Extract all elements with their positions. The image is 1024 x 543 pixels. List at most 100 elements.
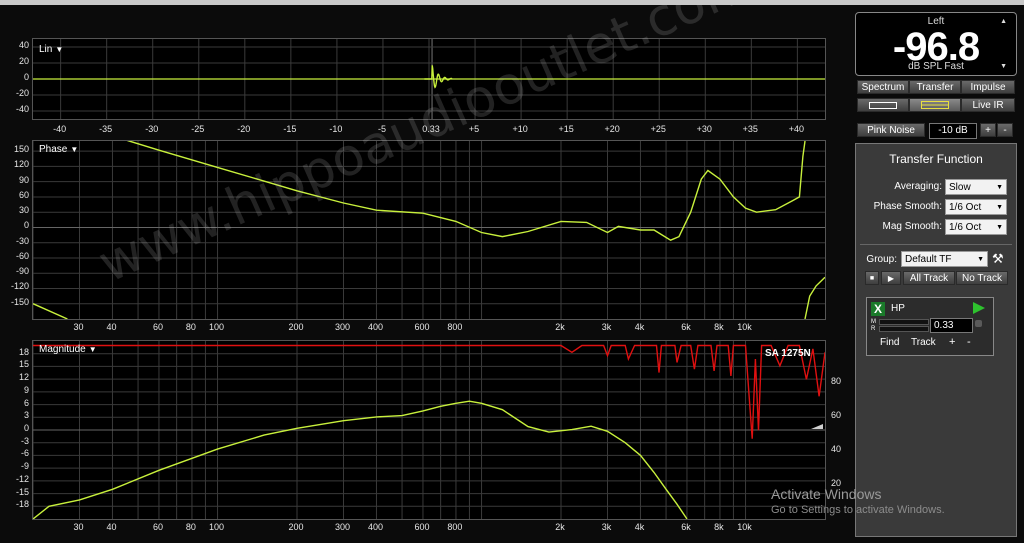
y-tick-label: 90 <box>18 174 29 185</box>
x-tick-label: +20 <box>604 124 620 134</box>
y-tick-label: -60 <box>15 250 29 261</box>
mag-smooth-select[interactable]: 1/6 Oct ▼ <box>945 219 1007 235</box>
all-track-button[interactable]: All Track <box>903 271 955 285</box>
no-track-button[interactable]: No Track <box>956 271 1008 285</box>
live-ir-button[interactable]: Live IR <box>961 98 1015 112</box>
averaging-label: Averaging: <box>894 181 942 192</box>
track-minus-button[interactable]: - <box>967 336 971 348</box>
tools-icon[interactable]: ⚒ <box>992 251 1004 267</box>
impulse-plot-title[interactable]: Lin ▼ <box>39 44 63 55</box>
x-tick-label: 8k <box>714 522 724 532</box>
pink-noise-minus-button[interactable]: - <box>997 123 1013 137</box>
x-tick-label: 400 <box>367 522 383 532</box>
spectrum-button[interactable]: Spectrum <box>857 80 909 94</box>
x-tick-label: +25 <box>650 124 666 134</box>
magnitude-plot-title[interactable]: Magnitude ▼ <box>39 344 97 355</box>
x-tick-label: -25 <box>191 124 205 134</box>
y-tick-label: 6 <box>23 397 29 408</box>
x-tick-label: 3k <box>601 522 612 532</box>
x-tick-label: 6k <box>681 522 691 532</box>
x-tick-label: -20 <box>237 124 251 134</box>
pink-noise-level[interactable]: -10 dB <box>929 123 977 139</box>
track-button[interactable]: Track <box>911 337 936 348</box>
x-tick-label: 10k <box>737 522 752 532</box>
track-name[interactable]: HP <box>891 303 905 314</box>
x-tick-label: 300 <box>334 522 350 532</box>
play-icon[interactable] <box>973 302 985 314</box>
y-tick-label: 0 <box>23 423 29 433</box>
x-tick-label: 600 <box>414 322 430 332</box>
x-tick-label: 80 <box>185 522 196 532</box>
dropdown-arrow-icon: ▼ <box>55 45 64 54</box>
x-tick-label: 800 <box>447 522 463 532</box>
impulse-title-text: Lin <box>39 44 53 55</box>
meter-up-icon[interactable]: ▲ <box>1000 18 1007 25</box>
transfer-button[interactable]: Transfer <box>909 80 961 94</box>
x-tick-label: 40 <box>106 522 117 532</box>
x-tick-label: 600 <box>414 522 430 532</box>
x-tick-label: 200 <box>288 522 304 532</box>
x-tick-label: 8k <box>714 322 724 332</box>
x-tick-label: -15 <box>283 124 297 134</box>
y-tick-label: -3 <box>20 435 29 446</box>
pink-noise-button[interactable]: Pink Noise <box>857 123 925 137</box>
delay-field[interactable]: 0.33 <box>930 318 973 333</box>
magnitude-plot[interactable]: Magnitude ▼ SA 1275N <box>32 340 826 520</box>
averaging-value: Slow <box>949 182 971 193</box>
y-tick-label: 40 <box>18 40 29 50</box>
chevron-down-icon: ▼ <box>996 224 1003 231</box>
coherence-tick-label: 80 <box>831 376 842 387</box>
y-tick-label: -40 <box>15 104 29 114</box>
x-tick-label: +30 <box>696 124 712 134</box>
y-tick-label: 20 <box>18 56 29 66</box>
x-tick-label: -40 <box>53 124 67 134</box>
x-tick-label: 100 <box>209 322 225 332</box>
y-tick-label: 60 <box>18 189 29 200</box>
x-tick-label: 200 <box>288 322 304 332</box>
x-tick-label: 800 <box>447 322 463 332</box>
y-tick-label: 150 <box>13 144 29 155</box>
x-tick-label: 400 <box>367 322 383 332</box>
coherence-tick-label: 60 <box>831 410 842 421</box>
x-tick-label: 30 <box>73 322 84 332</box>
stop-icon[interactable]: ■ <box>865 271 879 285</box>
x-tick-label: 60 <box>152 322 163 332</box>
layout-double-button[interactable] <box>909 98 961 112</box>
y-tick-label: -20 <box>15 88 29 98</box>
x-tick-label: 100 <box>209 522 225 532</box>
y-tick-label: 0 <box>23 72 29 82</box>
meter-down-icon[interactable]: ▼ <box>1000 63 1007 70</box>
panel-title: Transfer Function <box>889 152 983 166</box>
x-tick-label: 40 <box>106 322 117 332</box>
phase-smooth-select[interactable]: 1/6 Oct ▼ <box>945 199 1007 215</box>
x-tick-label: 2k <box>555 522 565 532</box>
find-button[interactable]: Find <box>880 337 899 348</box>
y-tick-label: -30 <box>15 235 29 246</box>
spl-meter[interactable]: Left ▲ -96.8 dB SPL Fast ▼ <box>855 12 1017 76</box>
x-tick-label: -30 <box>145 124 159 134</box>
phase-plot-title[interactable]: Phase ▼ <box>39 144 78 155</box>
group-select[interactable]: Default TF ▼ <box>901 251 988 267</box>
activate-windows-title: Activate Windows <box>771 486 882 502</box>
impulse-button[interactable]: Impulse <box>961 80 1015 94</box>
pink-noise-plus-button[interactable]: + <box>980 123 996 137</box>
x-tick-label: -35 <box>99 124 113 134</box>
x-tick-label: 10k <box>737 322 752 332</box>
transfer-function-panel: Transfer Function Averaging: Slow ▼ Phase… <box>855 143 1017 537</box>
track-enable-checkbox[interactable]: X <box>871 302 885 316</box>
x-tick-label: 80 <box>185 322 196 332</box>
layout-single-button[interactable] <box>857 98 909 112</box>
meter-labels: MR <box>871 319 876 333</box>
coherence-tick-label: 40 <box>831 444 842 455</box>
track-plus-button[interactable]: + <box>949 336 955 348</box>
x-tick-label: 3k <box>601 322 612 332</box>
x-tick-label: 4k <box>634 322 645 332</box>
divider <box>860 244 1012 245</box>
x-tick-label: 30 <box>73 522 84 532</box>
phase-smooth-value: 1/6 Oct <box>949 202 982 213</box>
phase-trace-segment <box>804 276 825 319</box>
averaging-select[interactable]: Slow ▼ <box>945 179 1007 195</box>
phase-title-text: Phase <box>39 144 68 155</box>
play-icon[interactable]: ▶ <box>881 271 901 285</box>
group-label: Group: <box>866 254 897 265</box>
